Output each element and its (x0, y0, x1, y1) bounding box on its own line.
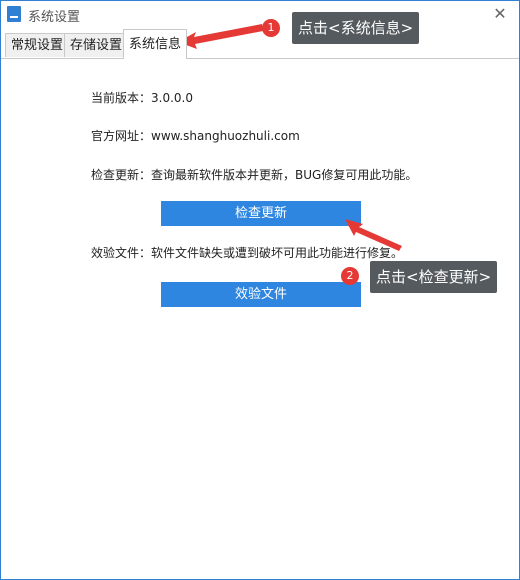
check-update-button[interactable]: 检查更新 (161, 201, 361, 226)
tab-general-settings[interactable]: 常规设置 (5, 33, 70, 57)
tab-storage-settings[interactable]: 存储设置 (64, 33, 129, 57)
verify-files-button[interactable]: 效验文件 (161, 282, 361, 307)
version-label: 当前版本：3.0.0.0 (91, 91, 193, 105)
annotation-callout-2: 点击<检查更新> (370, 261, 498, 293)
close-icon[interactable]: ✕ (489, 3, 511, 25)
verify-description: 效验文件：软件文件缺失或遭到破坏可用此功能进行修复。 (91, 246, 404, 260)
window-title: 系统设置 (28, 10, 81, 25)
app-icon (7, 6, 21, 22)
tab-system-info[interactable]: 系统信息 (123, 29, 188, 59)
update-description: 检查更新：查询最新软件版本并更新，BUG修复可用此功能。 (91, 168, 418, 182)
annotation-badge-1: 1 (262, 19, 280, 37)
annotation-badge-2: 2 (341, 267, 359, 285)
website-label: 官方网址：www.shanghuozhuli.com (91, 129, 300, 143)
tab-bar: 常规设置 存储设置 系统信息 (1, 29, 519, 59)
annotation-callout-1: 点击<系统信息> (292, 12, 420, 44)
title-bar: 系统设置 ✕ (1, 1, 519, 29)
